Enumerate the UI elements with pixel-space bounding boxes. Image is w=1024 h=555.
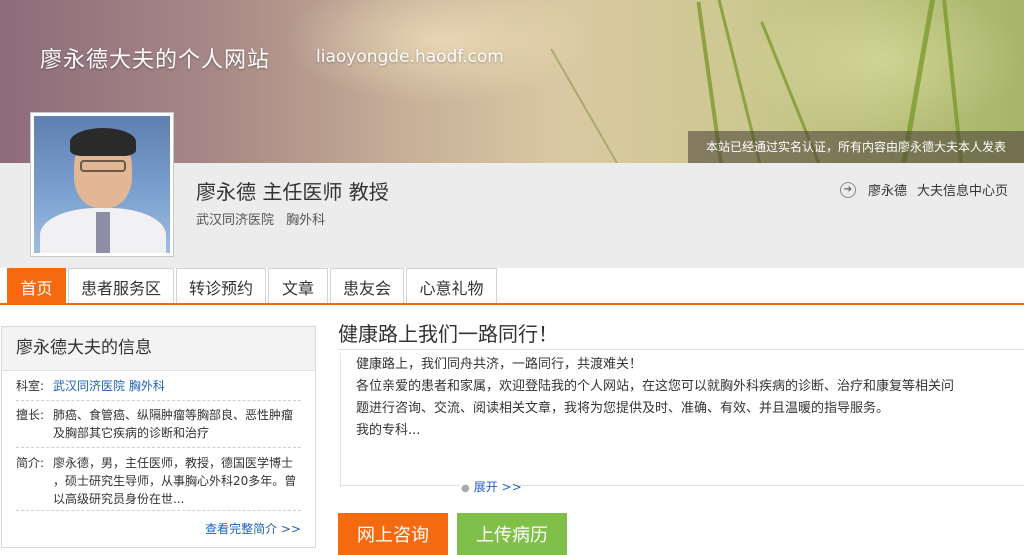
welcome-line-1: 健康路上，我们同舟共济，一路同行，共渡难关！ [356,357,643,372]
tab-referral[interactable]: 转诊预约 [176,268,266,304]
arrow-right-circle-icon: ➔ [840,181,856,198]
photo-hair [70,128,136,156]
doctor-home-link[interactable]: ➔ 廖永德 大夫信息中心页 [840,180,1008,199]
info-intro-row: 简介: 廖永德，男，主任医师，教授，德国医学博士 ，硕士研究生导师，从事胸心外科… [16,454,306,508]
welcome-line-4: 我的专科... [356,423,421,438]
hospital-link[interactable]: 武汉同济医院 [196,213,274,228]
info-dept-row: 科室: 武汉同济医院 胸外科 [16,377,306,395]
doctor-affiliation: 武汉同济医院 胸外科 [196,209,333,228]
online-consult-button[interactable]: 网上咨询 [338,513,448,555]
doctor-info-box: 廖永德大夫的信息 科室: 武汉同济医院 胸外科 擅长: 肺癌、食管癌、纵隔肿瘤等… [1,326,316,548]
view-full-intro-link[interactable]: 查看完整简介 >> [205,520,301,537]
welcome-line-3: 题进行咨询、交流、阅读相关文章，我将为您提供及时、准确、有效、并且温暖的指导服务… [356,401,890,416]
photo-tie [96,212,110,253]
expand-divider-right [516,485,1024,486]
divider [16,510,301,511]
upload-records-button[interactable]: 上传病历 [457,513,567,555]
dept-label: 科室: [16,379,45,393]
doctor-avatar[interactable] [30,112,174,257]
welcome-title: 健康路上我们一路同行！ [338,322,558,346]
divider [16,447,301,448]
skill-line-2: 及胸部其它疾病的诊断和治疗 [53,426,210,440]
skill-line-1: 肺癌、食管癌、纵隔肿瘤等胸部良、恶性肿瘤 [53,408,294,422]
department-link[interactable]: 胸外科 [286,213,325,228]
expand-link[interactable]: ● 展开 >> [461,478,522,495]
skill-label: 擅长: [16,408,45,422]
expand-divider-left [340,485,460,486]
site-url[interactable]: liaoyongde.haodf.com [316,47,504,67]
intro-line-1: 廖永德，男，主任医师，教授，德国医学博士 [53,456,294,470]
doctor-home-label[interactable]: 大夫信息中心页 [917,180,1008,199]
tab-articles[interactable]: 文章 [268,268,328,304]
main-nav-tabs: 首页 患者服务区 转诊预约 文章 患友会 心意礼物 [7,268,499,304]
doctor-home-name[interactable]: 廖永德 [868,180,907,199]
welcome-line-2: 各位亲爱的患者和家属，欢迎登陆我的个人网站，在这您可以就胸外科疾病的诊断、治疗和… [356,379,955,394]
doctor-photo [34,116,170,253]
info-skill-row: 擅长: 肺癌、食管癌、纵隔肿瘤等胸部良、恶性肿瘤 及胸部其它疾病的诊断和治疗 [16,406,306,442]
dept-link[interactable]: 武汉同济医院 胸外科 [53,377,165,395]
banner-grass [550,48,622,163]
site-title[interactable]: 廖永德大夫的个人网站 [40,42,270,74]
tab-gifts[interactable]: 心意礼物 [406,268,497,304]
welcome-message: 健康路上，我们同舟共济，一路同行，共渡难关！ 各位亲爱的患者和家属，欢迎登陆我的… [340,354,1021,487]
tab-home[interactable]: 首页 [7,268,66,304]
tab-patient-service[interactable]: 患者服务区 [68,268,174,304]
divider [16,400,301,401]
title-divider [338,349,1024,350]
intro-label: 简介: [16,456,45,470]
photo-glasses [80,160,126,172]
verification-notice: 本站已经通过实名认证，所有内容由廖永德大夫本人发表 [688,131,1024,163]
tabs-underline [0,303,1024,305]
expand-label[interactable]: 展开 >> [474,480,522,494]
tab-patient-club[interactable]: 患友会 [330,268,404,304]
intro-line-3: 以高级研究员身份在世... [53,492,185,506]
doctor-name-title: 廖永德 主任医师 教授 [196,180,389,204]
intro-line-2: ，硕士研究生导师，从事胸心外科20多年。曾 [53,474,297,488]
dot-icon: ● [461,483,470,494]
info-box-title: 廖永德大夫的信息 [2,327,315,371]
